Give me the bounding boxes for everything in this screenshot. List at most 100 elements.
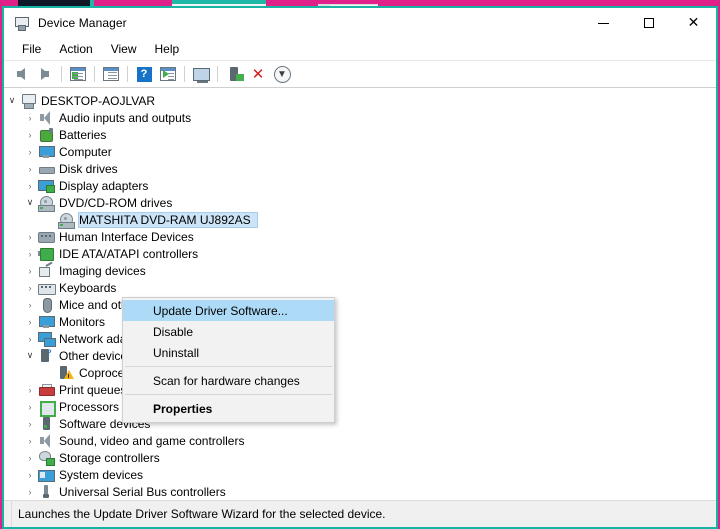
close-button[interactable]: ✕: [671, 8, 716, 38]
chevron-right-icon[interactable]: ›: [22, 466, 38, 483]
forward-icon[interactable]: [33, 63, 57, 85]
chevron-down-icon[interactable]: ∨: [22, 347, 38, 364]
dvd-drive-icon: [38, 195, 55, 212]
toolbar-separator: [184, 66, 185, 82]
tree-label-matshita-dvd: MATSHITA DVD-RAM UJ892AS: [78, 211, 258, 228]
menu-view[interactable]: View: [103, 40, 145, 58]
tree-row-coprocessor[interactable]: Coprocessor: [4, 364, 716, 381]
ctx-disable[interactable]: Disable: [123, 321, 334, 342]
chevron-right-icon[interactable]: ›: [22, 483, 38, 500]
tree-row-batteries[interactable]: › Batteries: [4, 126, 716, 143]
tree-label-sound-video-game: Sound, video and game controllers: [59, 433, 245, 448]
tree-row-disk-drives[interactable]: › Disk drives: [4, 160, 716, 177]
context-menu-separator: [125, 394, 332, 395]
chevron-right-icon[interactable]: ›: [22, 330, 38, 347]
speaker-icon: [38, 433, 54, 449]
processor-icon: [38, 399, 56, 417]
properties-icon[interactable]: [99, 63, 123, 85]
tree-label-dvd-cdrom: DVD/CD-ROM drives: [59, 195, 173, 210]
ctx-update-driver-software[interactable]: Update Driver Software...: [123, 300, 334, 321]
chevron-right-icon[interactable]: ›: [22, 160, 38, 177]
mouse-icon: [38, 297, 54, 313]
help-icon[interactable]: ?: [132, 63, 156, 85]
scan-for-hardware-changes-icon[interactable]: [189, 63, 213, 85]
chevron-right-icon[interactable]: ›: [22, 262, 38, 279]
show-hide-console-tree-icon[interactable]: [66, 63, 90, 85]
chevron-right-icon[interactable]: ›: [22, 245, 38, 262]
chevron-right-icon[interactable]: ›: [22, 381, 38, 398]
tree-row-storage-controllers[interactable]: › Storage controllers: [4, 449, 716, 466]
keyboard-icon: [38, 280, 56, 296]
tree-row-hid[interactable]: › Human Interface Devices: [4, 228, 716, 245]
chevron-right-icon[interactable]: ›: [22, 109, 38, 126]
coprocessor-warning-icon: [58, 365, 74, 381]
tree-row-display-adapters[interactable]: › Display adapters: [4, 177, 716, 194]
disable-device-icon[interactable]: ▼: [270, 63, 294, 85]
tree-row-print-queues[interactable]: › Print queues: [4, 381, 716, 398]
menu-help[interactable]: Help: [147, 40, 188, 58]
minimize-button[interactable]: [581, 8, 626, 38]
chevron-right-icon[interactable]: ›: [22, 415, 38, 432]
hid-icon: [38, 229, 55, 245]
tree-row-audio[interactable]: › Audio inputs and outputs: [4, 109, 716, 126]
ctx-uninstall[interactable]: Uninstall: [123, 342, 334, 363]
tree-row-other-devices[interactable]: ∨ ? Other devices: [4, 347, 716, 364]
tree-row-root[interactable]: ∨ DESKTOP-AOJLVAR: [4, 92, 716, 109]
tree-label-storage-controllers: Storage controllers: [59, 450, 160, 465]
tree-row-matshita-dvd[interactable]: MATSHITA DVD-RAM UJ892AS: [4, 211, 716, 229]
menu-bar: File Action View Help: [4, 38, 716, 61]
tree-row-mice[interactable]: › Mice and other pointing devices: [4, 296, 716, 313]
status-bar-text: Launches the Update Driver Software Wiza…: [18, 507, 386, 521]
tree-label-root: DESKTOP-AOJLVAR: [41, 93, 156, 108]
tree-row-sound-video-game[interactable]: › Sound, video and game controllers: [4, 432, 716, 449]
chevron-right-icon[interactable]: ›: [22, 313, 38, 330]
tree-row-computer[interactable]: › Computer: [4, 143, 716, 160]
menu-file[interactable]: File: [14, 40, 49, 58]
chevron-right-icon[interactable]: ›: [22, 432, 38, 449]
chevron-right-icon[interactable]: ›: [22, 279, 38, 296]
toolbar-separator: [94, 66, 95, 82]
chevron-right-icon[interactable]: ›: [22, 398, 38, 415]
tree-row-usb-controllers[interactable]: › Universal Serial Bus controllers: [4, 483, 716, 500]
back-icon[interactable]: [9, 63, 33, 85]
chevron-down-icon[interactable]: ∨: [22, 194, 38, 211]
maximize-button[interactable]: [626, 8, 671, 38]
chevron-right-icon[interactable]: ›: [22, 449, 38, 466]
chevron-right-icon[interactable]: ›: [22, 143, 38, 160]
ctx-scan-for-hardware-changes[interactable]: Scan for hardware changes: [123, 370, 334, 391]
chevron-right-icon[interactable]: ›: [22, 126, 38, 143]
tree-row-software-devices[interactable]: › Software devices: [4, 415, 716, 432]
tree-label-processors: Processors: [59, 399, 120, 414]
ctx-properties[interactable]: Properties: [123, 398, 334, 419]
tree-row-monitors[interactable]: › Monitors: [4, 313, 716, 330]
tree-row-imaging-devices[interactable]: › Imaging devices: [4, 261, 716, 279]
update-driver-icon[interactable]: [156, 63, 180, 85]
chevron-down-icon[interactable]: ∨: [4, 92, 20, 109]
usb-controller-icon: [38, 484, 54, 500]
tree-row-keyboards[interactable]: › Keyboards: [4, 279, 716, 296]
tree-row-network-adapters[interactable]: › Network adapters: [4, 330, 716, 347]
tree-label-computer: Computer: [59, 144, 112, 159]
tree-label-disk-drives: Disk drives: [59, 161, 118, 176]
chevron-right-icon[interactable]: ›: [22, 228, 38, 245]
device-manager-window: Device Manager ✕ File Action View Help ?: [2, 6, 718, 529]
chevron-right-icon[interactable]: ›: [22, 177, 38, 194]
toolbar: ? ✕ ▼: [4, 61, 716, 88]
monitor-icon: [38, 144, 55, 160]
disk-drive-icon: [38, 161, 55, 177]
tree-row-dvd-cdrom[interactable]: ∨ DVD/CD-ROM drives: [4, 194, 716, 212]
tree-row-processors[interactable]: › Processors: [4, 398, 716, 417]
tree-row-system-devices[interactable]: › System devices: [4, 466, 716, 483]
chevron-right-icon[interactable]: ›: [22, 296, 38, 313]
menu-action[interactable]: Action: [51, 40, 100, 58]
context-menu[interactable]: Update Driver Software... Disable Uninst…: [122, 297, 335, 423]
tree-label-audio: Audio inputs and outputs: [59, 110, 192, 125]
dvd-device-icon: [58, 212, 75, 229]
tree-row-ide-controllers[interactable]: › IDE ATA/ATAPI controllers: [4, 245, 716, 262]
window-controls: ✕: [581, 8, 716, 38]
computer-icon: [20, 93, 36, 109]
device-tree[interactable]: ∨ DESKTOP-AOJLVAR › Audio inputs and out…: [4, 88, 716, 500]
tree-label-hid: Human Interface Devices: [59, 229, 194, 244]
enable-device-icon[interactable]: [222, 63, 246, 85]
uninstall-device-icon[interactable]: ✕: [246, 63, 270, 85]
